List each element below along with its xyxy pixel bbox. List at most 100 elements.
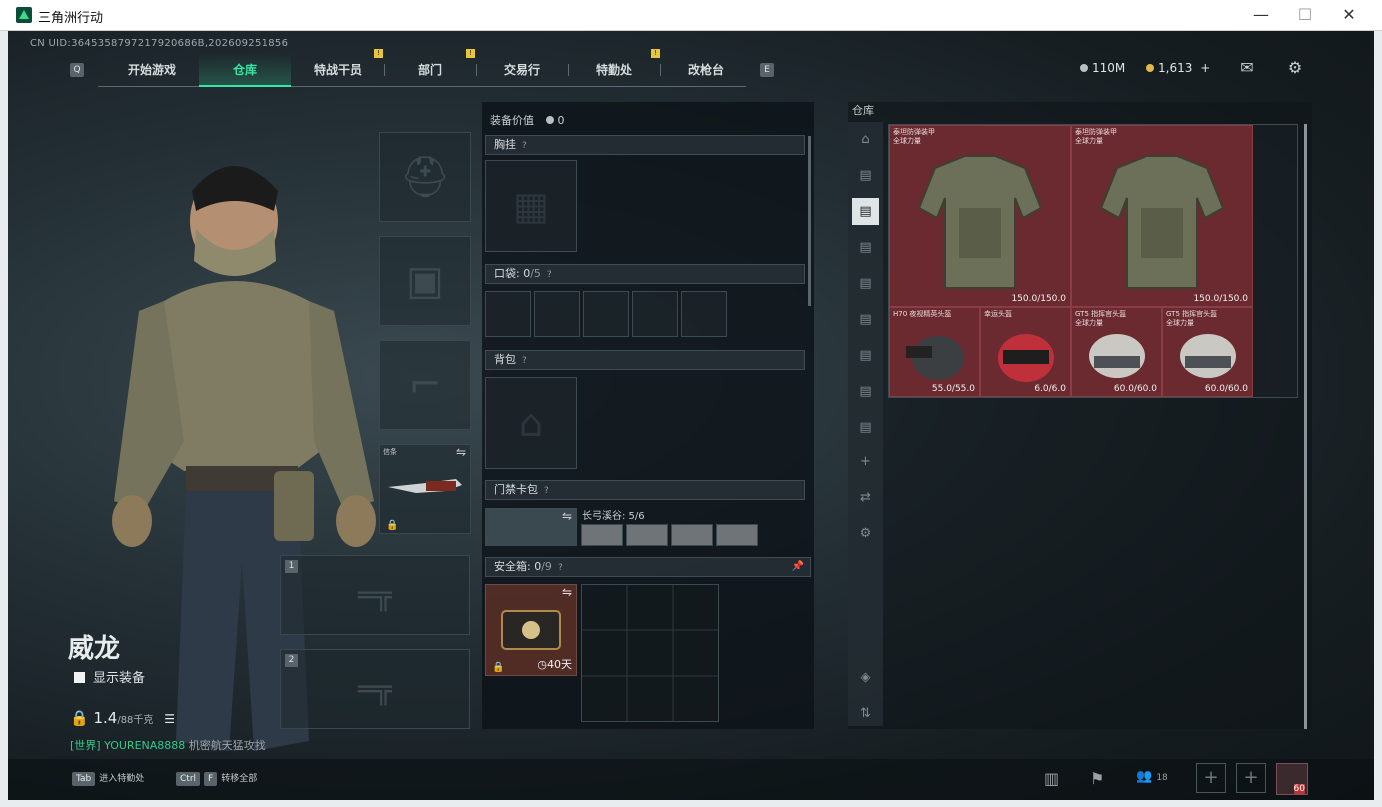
warehouse-scrollbar[interactable]	[1304, 124, 1307, 729]
silver-coin-icon	[1080, 64, 1088, 72]
minimize-button[interactable]: —	[1238, 0, 1284, 31]
pistol-slot[interactable]: ⌐	[379, 340, 471, 430]
add-currency-button[interactable]: +	[1200, 61, 1210, 75]
list-icon[interactable]: ☰	[164, 712, 175, 726]
swap-icon[interactable]: ⇋	[456, 445, 466, 459]
gt5-helmet-icon	[1088, 333, 1145, 378]
invite-slot-button[interactable]: +	[1236, 763, 1266, 793]
nav-prev-key[interactable]: Q	[70, 63, 84, 77]
pocket-slot[interactable]	[485, 291, 531, 337]
warehouse-tab-1[interactable]: ▤	[852, 162, 879, 189]
special-ops-hint[interactable]: Tab 进入特勤处	[72, 771, 144, 786]
chest-rig-slot[interactable]: ▦	[485, 160, 577, 252]
melee-slot[interactable]: 信条 ⇋ 🔒	[379, 444, 471, 534]
tab-market[interactable]: 交易行	[476, 53, 568, 87]
backpack-header: 背包?	[485, 350, 805, 370]
warehouse-settings-icon[interactable]: ⚙	[852, 520, 879, 547]
helmet-item[interactable]: 幸运头盔 6.0/6.0	[980, 307, 1071, 397]
warehouse-tab-3[interactable]: ▤	[852, 234, 879, 261]
warehouse-tab-8[interactable]: ▤	[852, 414, 879, 441]
quick-sort-icon[interactable]: ⇄	[852, 484, 879, 511]
warehouse-grid[interactable]: 泰坦防弹装甲 全球力量 150.0/150.0 泰坦防弹装甲 全球力量 150.…	[888, 124, 1298, 398]
safebox-label: 安全箱:	[494, 560, 531, 573]
rifle-icon: ═╦	[358, 578, 392, 612]
sort-icon[interactable]: ⇅	[852, 700, 879, 727]
f-key: F	[204, 772, 218, 786]
tab-operators[interactable]: 特战干员	[292, 53, 384, 87]
tab-special-ops[interactable]: 特勤处	[568, 53, 660, 87]
primary-weapon-slot-1[interactable]: 1 ═╦	[280, 555, 470, 635]
pocket-slot[interactable]	[681, 291, 727, 337]
armor-item[interactable]: 泰坦防弹装甲 全球力量 150.0/150.0	[1071, 125, 1253, 307]
primary-weapon-slot-2[interactable]: 2 ═╦	[280, 649, 470, 729]
add-tab-button[interactable]: +	[852, 448, 879, 475]
squad-button[interactable]: 👥 18	[1136, 769, 1168, 784]
chat-channel: [世界]	[70, 739, 101, 752]
chat-line[interactable]: [世界] YOURENA8888 机密航天猛攻找	[70, 737, 266, 753]
warehouse-all-icon[interactable]: ⌂	[852, 126, 879, 153]
help-icon[interactable]: ?	[544, 486, 549, 496]
safebox-item[interactable]: ⇋ 🔒 ◷40天	[485, 584, 577, 676]
layers-icon[interactable]: ◈	[852, 664, 879, 691]
help-icon[interactable]: ?	[522, 356, 527, 366]
warehouse-tab-5[interactable]: ▤	[852, 306, 879, 333]
backpack-slot[interactable]: ⌂	[485, 377, 577, 469]
nav-next-key[interactable]: E	[760, 63, 774, 77]
helmet-item[interactable]: H70 夜视精英头盔 55.0/55.0	[889, 307, 980, 397]
warehouse-tab-4[interactable]: ▤	[852, 270, 879, 297]
safebox-max: /9	[541, 560, 552, 573]
player-avatar[interactable]: 60	[1276, 763, 1308, 795]
show-gear-checkbox[interactable]	[74, 672, 85, 683]
item-name: 泰坦防弹装甲 全球力量	[893, 128, 935, 145]
mail-icon[interactable]: ✉	[1236, 59, 1258, 77]
item-name: 泰坦防弹装甲 全球力量	[1075, 128, 1117, 145]
swap-icon[interactable]: ⇋	[562, 509, 572, 523]
show-gear-toggle[interactable]: 显示装备	[74, 667, 145, 686]
warehouse-panel: 仓库 ⌂ ▤ ▤ ▤ ▤ ▤ ▤ ▤ ▤ + ⇄ ⚙ ◈ ⇅ 泰坦防弹装甲 全球…	[848, 102, 1312, 729]
safebox-grid[interactable]	[581, 584, 719, 722]
alert-badge-icon: !	[374, 49, 383, 58]
pin-icon[interactable]: 📌	[792, 558, 804, 576]
helmet-slot[interactable]: ⛑	[379, 132, 471, 222]
pistol-icon: ⌐	[408, 362, 442, 408]
keycard-item[interactable]	[716, 524, 758, 546]
swap-icon[interactable]: ⇋	[562, 585, 572, 599]
pocket-slot[interactable]	[583, 291, 629, 337]
tab-department[interactable]: 部门	[384, 53, 476, 87]
maximize-button[interactable]: ☐	[1282, 0, 1328, 31]
night-vision-helmet-icon	[905, 335, 964, 380]
help-icon[interactable]: ?	[558, 563, 563, 573]
tab-warehouse[interactable]: 仓库	[199, 53, 291, 87]
armor-slot[interactable]: ▣	[379, 236, 471, 326]
equipment-value: 装备价值 0	[490, 112, 565, 128]
flag-icon[interactable]: ⚑	[1090, 769, 1104, 788]
invite-slot-button[interactable]: +	[1196, 763, 1226, 793]
warehouse-tab-7[interactable]: ▤	[852, 378, 879, 405]
close-button[interactable]: ✕	[1326, 0, 1372, 31]
equipment-scrollbar[interactable]	[808, 136, 811, 306]
help-icon[interactable]: ?	[547, 270, 552, 280]
item-durability: 6.0/6.0	[1034, 384, 1066, 394]
pocket-slot[interactable]	[534, 291, 580, 337]
warehouse-title: 仓库	[852, 104, 874, 117]
help-icon[interactable]: ?	[522, 141, 527, 151]
keycard-case[interactable]: ⇋	[485, 508, 577, 546]
warehouse-tab-2[interactable]: ▤	[852, 198, 879, 225]
squad-count: 18	[1156, 773, 1168, 783]
pocket-slot[interactable]	[632, 291, 678, 337]
player-uid: CN UID:3645358797217920686B,202609251856	[30, 38, 289, 49]
stats-chart-icon[interactable]: ▥	[1044, 769, 1059, 788]
armor-item[interactable]: 泰坦防弹装甲 全球力量 150.0/150.0	[889, 125, 1071, 307]
transfer-all-hint[interactable]: Ctrl F 转移全部	[176, 771, 257, 786]
helmet-item[interactable]: GT5 指挥官头盔 全球力量 60.0/60.0	[1071, 307, 1162, 397]
helmet-item[interactable]: GT5 指挥官头盔 全球力量 60.0/60.0	[1162, 307, 1253, 397]
warehouse-tab-6[interactable]: ▤	[852, 342, 879, 369]
tab-gunsmith[interactable]: 改枪台	[660, 53, 752, 87]
keycard-item[interactable]	[626, 524, 668, 546]
body-armor-icon	[917, 155, 1043, 290]
keycard-item[interactable]	[671, 524, 713, 546]
tab-start-game[interactable]: 开始游戏	[106, 53, 198, 87]
chat-message: 机密航天猛攻找	[188, 739, 266, 752]
keycard-item[interactable]	[581, 524, 623, 546]
settings-gear-icon[interactable]: ⚙	[1284, 59, 1306, 77]
